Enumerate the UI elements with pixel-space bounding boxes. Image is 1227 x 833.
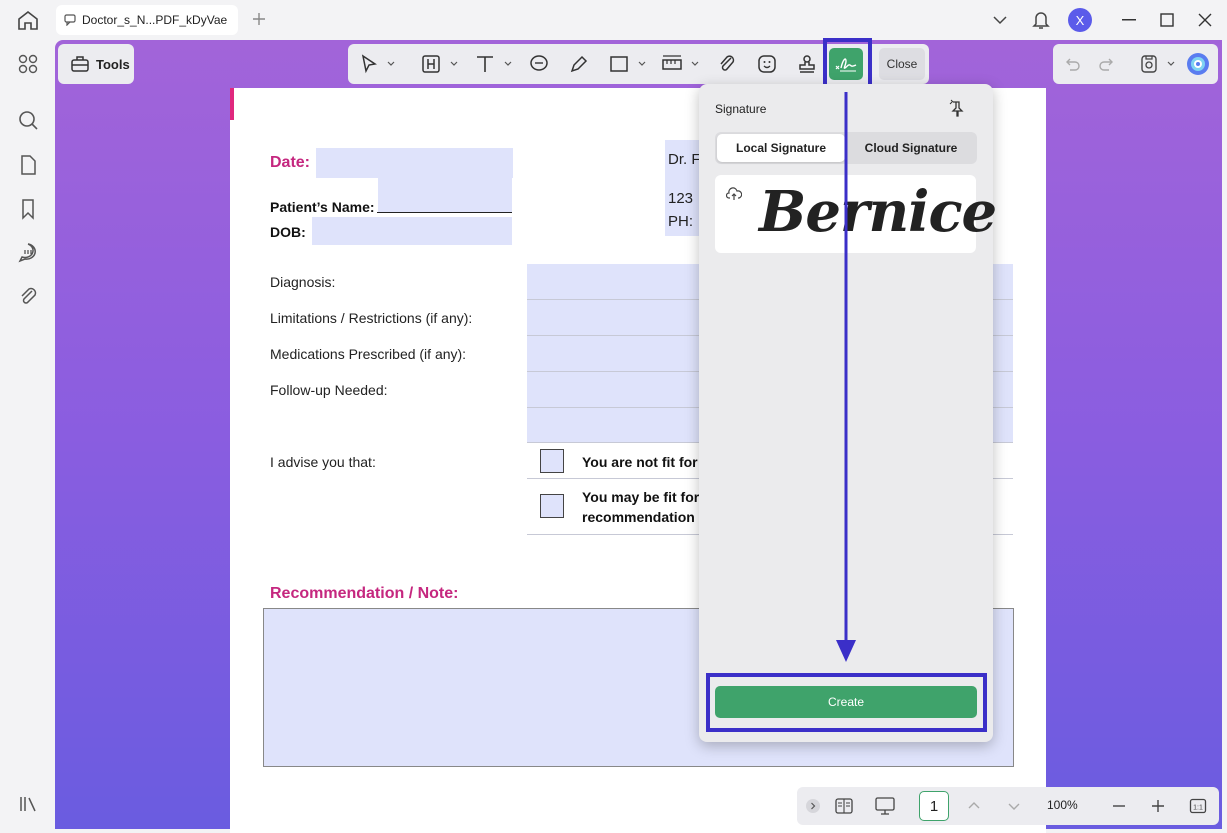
patient-name-label: Patient’s Name: — [270, 199, 375, 215]
comment-icon[interactable] — [17, 241, 39, 263]
patient-name-field[interactable] — [378, 178, 512, 212]
comment-icon — [64, 14, 76, 26]
ai-assistant-icon[interactable] — [1186, 52, 1210, 76]
search-icon[interactable] — [17, 109, 39, 131]
chevron-right-icon[interactable] — [805, 798, 821, 814]
tab-cloud-signature[interactable]: Cloud Signature — [847, 134, 975, 162]
tools-button[interactable]: Tools — [58, 44, 134, 84]
may-be-fit-option-text-2: recommendation — [582, 509, 695, 525]
measure-icon[interactable] — [661, 53, 683, 75]
diagnosis-label: Diagnosis: — [270, 274, 336, 290]
pencil-icon[interactable] — [568, 53, 590, 75]
new-tab-icon[interactable] — [250, 10, 268, 28]
cloud-upload-icon[interactable] — [726, 186, 742, 202]
actual-size-icon[interactable]: 1:1 — [1189, 797, 1207, 815]
close-tool-button[interactable]: Close — [879, 48, 925, 80]
left-sidebar — [0, 40, 55, 833]
close-window-icon[interactable] — [1194, 8, 1216, 32]
tab-local-signature[interactable]: Local Signature — [717, 134, 845, 162]
rectangle-shape-icon[interactable] — [608, 53, 630, 75]
highlight-icon[interactable] — [420, 53, 442, 75]
next-page-icon[interactable] — [1007, 799, 1021, 813]
chevron-down-icon[interactable] — [990, 8, 1010, 32]
select-arrow-icon[interactable] — [358, 53, 380, 75]
svg-text:1:1: 1:1 — [1193, 805, 1203, 812]
right-toolbar — [1053, 44, 1218, 84]
user-avatar[interactable]: X — [1068, 8, 1092, 32]
medications-label: Medications Prescribed (if any): — [270, 346, 467, 362]
zoom-in-icon[interactable] — [1151, 799, 1165, 813]
page-accent-bar — [230, 88, 234, 120]
undo-icon[interactable] — [1063, 55, 1081, 73]
dob-label: DOB: — [270, 224, 306, 240]
tab-title: Doctor_s_N...PDF_kDyVae — [82, 13, 228, 27]
signature-image-text: Bernice — [759, 179, 997, 245]
dob-field[interactable] — [312, 217, 512, 245]
followup-label: Follow-up Needed: — [270, 382, 388, 398]
chevron-down-icon[interactable] — [638, 60, 646, 68]
redo-icon[interactable] — [1098, 55, 1116, 73]
annotation-arrow — [836, 92, 856, 662]
attachment-icon[interactable] — [17, 285, 39, 307]
chevron-down-icon[interactable] — [504, 60, 512, 68]
maximize-icon[interactable] — [1156, 8, 1178, 32]
pin-icon[interactable] — [949, 98, 971, 118]
sidebar-toggle-icon[interactable] — [17, 793, 39, 815]
limitations-label: Limitations / Restrictions (if any): — [270, 310, 473, 326]
date-label: Date: — [270, 154, 311, 171]
note-comment-icon[interactable] — [528, 53, 550, 75]
minimize-icon[interactable] — [1118, 8, 1140, 32]
chevron-down-icon[interactable] — [1167, 60, 1175, 68]
bookmark-icon[interactable] — [17, 198, 39, 220]
text-icon[interactable] — [474, 53, 496, 75]
document-tab[interactable]: Doctor_s_N...PDF_kDyVae — [56, 5, 238, 35]
not-fit-option-text: You are not fit for — [582, 454, 698, 470]
sticker-icon[interactable] — [756, 53, 778, 75]
previous-page-icon[interactable] — [967, 799, 981, 813]
patient-name-underline — [377, 212, 512, 213]
home-icon[interactable] — [16, 9, 40, 31]
bottom-navigation-bar: 1 100% 1:1 — [797, 787, 1219, 825]
tools-label: Tools — [96, 56, 130, 72]
avatar[interactable]: X — [1068, 8, 1092, 32]
advise-label: I advise you that: — [270, 454, 376, 470]
zoom-out-icon[interactable] — [1112, 799, 1126, 813]
doctor-name-text: Dr. F — [668, 151, 701, 168]
chevron-down-icon[interactable] — [387, 60, 395, 68]
chevron-down-icon[interactable] — [691, 60, 699, 68]
stamp-icon[interactable] — [796, 53, 818, 75]
presentation-icon[interactable] — [874, 796, 896, 816]
save-icon[interactable] — [1140, 54, 1158, 74]
phone-text: PH: — [668, 213, 694, 230]
title-bar: Doctor_s_N...PDF_kDyVae X — [0, 0, 1227, 40]
bell-icon[interactable] — [1030, 8, 1052, 32]
address-text: 123 — [668, 190, 694, 207]
date-field[interactable] — [316, 148, 513, 178]
zoom-level[interactable]: 100% — [1047, 798, 1078, 812]
recommendation-label: Recommendation / Note: — [270, 585, 459, 602]
may-be-fit-checkbox[interactable] — [540, 494, 564, 518]
may-be-fit-option-text: You may be fit for — [582, 489, 700, 505]
chevron-down-icon[interactable] — [450, 60, 458, 68]
attach-file-icon[interactable] — [716, 53, 738, 75]
apps-grid-icon[interactable] — [17, 53, 39, 75]
create-button-highlight — [706, 673, 987, 732]
page-number-input[interactable]: 1 — [919, 791, 949, 821]
signature-panel-title: Signature — [715, 102, 767, 116]
not-fit-checkbox[interactable] — [540, 449, 564, 473]
page-icon[interactable] — [17, 154, 39, 176]
page-layout-icon[interactable] — [834, 797, 854, 815]
toolbox-icon — [71, 56, 89, 72]
